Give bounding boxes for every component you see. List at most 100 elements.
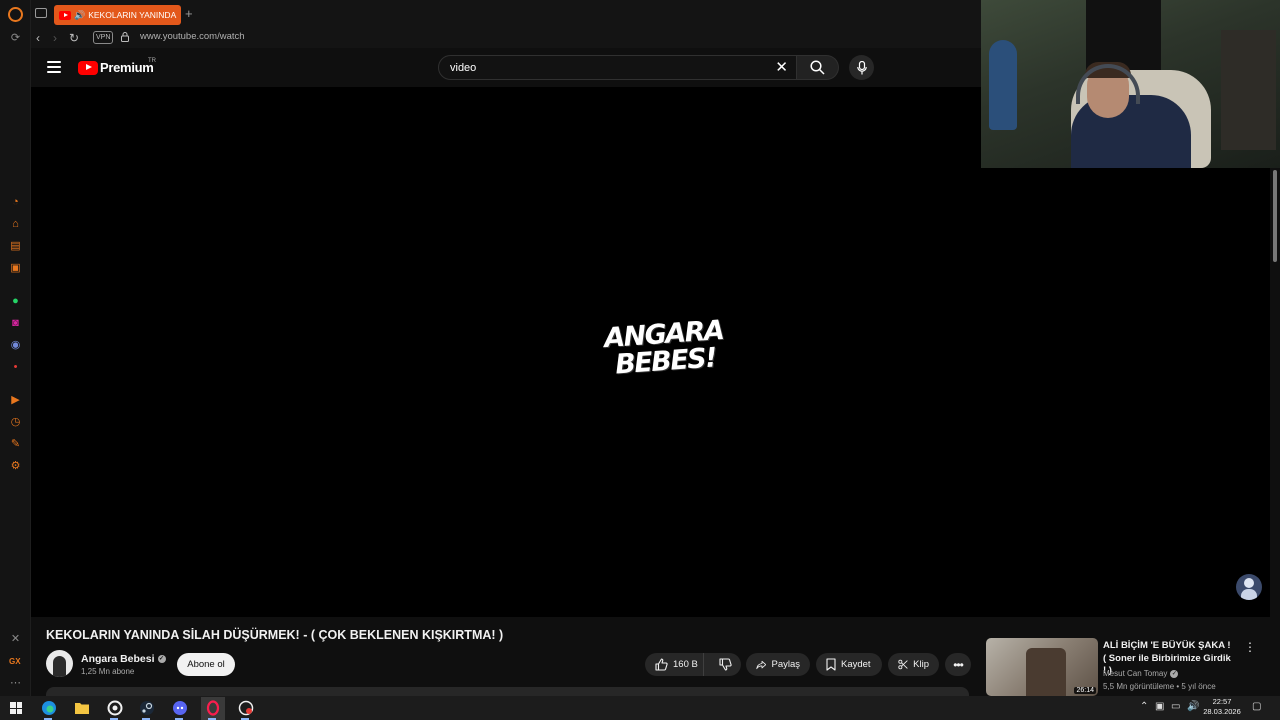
windows-start-icon[interactable] — [10, 702, 22, 714]
lock-icon[interactable] — [121, 32, 129, 42]
vpn-badge[interactable]: VPN — [93, 31, 114, 44]
clock-time: 22:57 — [1212, 697, 1232, 706]
verified-check-icon: ✓ — [1170, 669, 1179, 678]
speaker-icon[interactable]: 🔊 — [74, 10, 85, 21]
app-icon[interactable]: • — [9, 361, 22, 374]
display-icon[interactable]: ▣ — [1155, 700, 1164, 714]
discord-taskbar-icon[interactable] — [171, 699, 189, 717]
webcam-plant-shape — [989, 40, 1017, 130]
video-title: KEKOLARIN YANINDA SİLAH DÜŞÜRMEK! - ( ÇO… — [46, 628, 504, 642]
webcam-overlay — [981, 0, 1280, 168]
refresh-sidebar-icon[interactable]: ⟳ — [9, 32, 22, 45]
thumbnail-figure — [1026, 648, 1066, 696]
tab-strip: 🔊 KEKOLARIN YANINDA + — [31, 0, 981, 28]
settings-icon[interactable]: ⚙ — [9, 460, 22, 473]
subscribe-button[interactable]: Abone ol — [177, 653, 235, 676]
recommendation-channel-row[interactable]: Mesut Can Tomay ✓ — [1103, 669, 1179, 678]
tab-youtube[interactable]: 🔊 KEKOLARIN YANINDA — [54, 5, 181, 25]
reload-icon[interactable]: ↻ — [69, 30, 79, 46]
save-button[interactable]: Kaydet — [816, 653, 882, 676]
opera-gx-logo-icon[interactable] — [8, 7, 23, 22]
video-duration: 26:14 — [1074, 687, 1096, 694]
recommendation-channel[interactable]: Mesut Can Tomay — [1103, 669, 1167, 678]
logo-text: Premium — [100, 60, 154, 75]
steam-icon[interactable] — [138, 699, 156, 717]
browser-sidebar: ⟳ ◔ ⌂ ▤ ▣ ● ◙ ◉ • ▶ ◷ ✎ ⚙ ✕ GX ⋯ — [0, 0, 31, 696]
save-label: Kaydet — [841, 659, 871, 670]
youtube-premium-logo[interactable]: Premium — [78, 60, 154, 75]
extensions-icon[interactable]: ✎ — [9, 438, 22, 451]
youtube-logo-icon — [78, 60, 98, 75]
scissors-icon — [898, 659, 908, 670]
clip-button[interactable]: Klip — [888, 653, 939, 676]
workspaces-icon[interactable] — [35, 8, 47, 18]
chrome-like-icon[interactable] — [106, 699, 124, 717]
recommendation-thumbnail[interactable]: 26:14 — [986, 638, 1098, 696]
speed-dial-icon[interactable]: ◔ — [9, 196, 22, 209]
forward-icon[interactable]: › — [53, 30, 57, 46]
webcam-window-shape — [1086, 0, 1161, 70]
more-actions-button[interactable]: ••• — [945, 653, 971, 676]
whatsapp-icon[interactable]: ● — [9, 295, 22, 308]
like-button[interactable]: 160 B — [645, 653, 704, 676]
gx-label[interactable]: GX — [9, 657, 21, 666]
menu-icon[interactable] — [47, 61, 61, 73]
region-code: TR — [148, 58, 156, 64]
page-scrollbar[interactable] — [1270, 168, 1280, 696]
scrollbar-thumb[interactable] — [1273, 170, 1277, 262]
obs-like-icon[interactable] — [237, 699, 255, 717]
bookmark-icon — [826, 658, 836, 671]
player-icon[interactable]: ▶ — [9, 394, 22, 407]
share-icon — [756, 660, 767, 669]
gx-control-icon[interactable]: ⌂ — [9, 218, 22, 231]
gx-corner-icon[interactable]: ▤ — [9, 240, 22, 253]
search-input[interactable]: video ✕ — [438, 55, 797, 80]
channel-name[interactable]: Angara Bebesi — [81, 653, 155, 665]
clip-label: Klip — [913, 659, 929, 670]
clock-date: 28.03.2026 — [1203, 707, 1241, 716]
more-icon[interactable]: ⋯ — [9, 677, 22, 690]
youtube-header: Premium TR video ✕ — [31, 48, 981, 87]
opera-gx-taskbar-icon[interactable] — [204, 699, 222, 717]
tray-overflow-chevron-icon[interactable]: ⌃ — [1140, 700, 1148, 714]
verified-check-icon: ✓ — [157, 655, 166, 663]
share-label: Paylaş — [771, 659, 800, 670]
search-query[interactable]: video — [450, 62, 476, 74]
search-icon — [810, 60, 825, 75]
address-bar: ‹ › ↻ VPN www.youtube.com/watch — [31, 28, 981, 48]
gx-extra-icon[interactable]: ✕ — [9, 633, 22, 646]
instagram-icon[interactable]: ◙ — [9, 317, 22, 330]
taskbar-clock[interactable]: 22:57 28.03.2026 — [1200, 697, 1244, 717]
discord-icon[interactable]: ◉ — [9, 339, 22, 352]
webcam-shelf-shape — [1221, 30, 1276, 150]
history-icon[interactable]: ◷ — [9, 416, 22, 429]
channel-avatar[interactable] — [46, 650, 73, 677]
file-explorer-icon[interactable] — [73, 699, 91, 717]
volume-icon[interactable]: 🔊 — [1187, 700, 1199, 714]
clear-search-icon[interactable]: ✕ — [775, 60, 788, 76]
channel-watermark-avatar[interactable] — [1236, 574, 1262, 600]
kebab-menu-icon[interactable]: ⋮ — [1244, 641, 1256, 653]
thumbs-down-icon — [718, 658, 732, 671]
dislike-button[interactable] — [709, 653, 741, 676]
back-icon[interactable]: ‹ — [36, 30, 40, 46]
new-tab-plus-icon[interactable]: + — [185, 7, 193, 20]
url-field[interactable]: www.youtube.com/watch — [140, 31, 245, 42]
search-button[interactable] — [797, 55, 839, 80]
like-count: 160 B — [673, 659, 698, 670]
network-icon[interactable]: ▭ — [1171, 700, 1180, 714]
gx-mods-icon[interactable]: ▣ — [9, 262, 22, 275]
share-button[interactable]: Paylaş — [746, 653, 810, 676]
youtube-favicon-icon — [59, 10, 71, 20]
recommendation-meta: 5,5 Mn görüntüleme • 5 yıl önce — [1103, 682, 1216, 691]
windows-taskbar — [0, 696, 1280, 720]
voice-search-button[interactable] — [849, 55, 874, 80]
description-box[interactable] — [46, 687, 969, 696]
notifications-icon[interactable]: ▢ — [1252, 700, 1261, 714]
edge-icon[interactable] — [40, 699, 58, 717]
channel-name-row[interactable]: Angara Bebesi ✓ — [81, 653, 166, 665]
more-horizontal-icon: ••• — [953, 657, 964, 672]
thumbs-up-icon — [655, 658, 668, 671]
brand-line-2: BEBES! — [614, 342, 717, 381]
subscriber-count: 1,25 Mn abone — [81, 667, 135, 676]
